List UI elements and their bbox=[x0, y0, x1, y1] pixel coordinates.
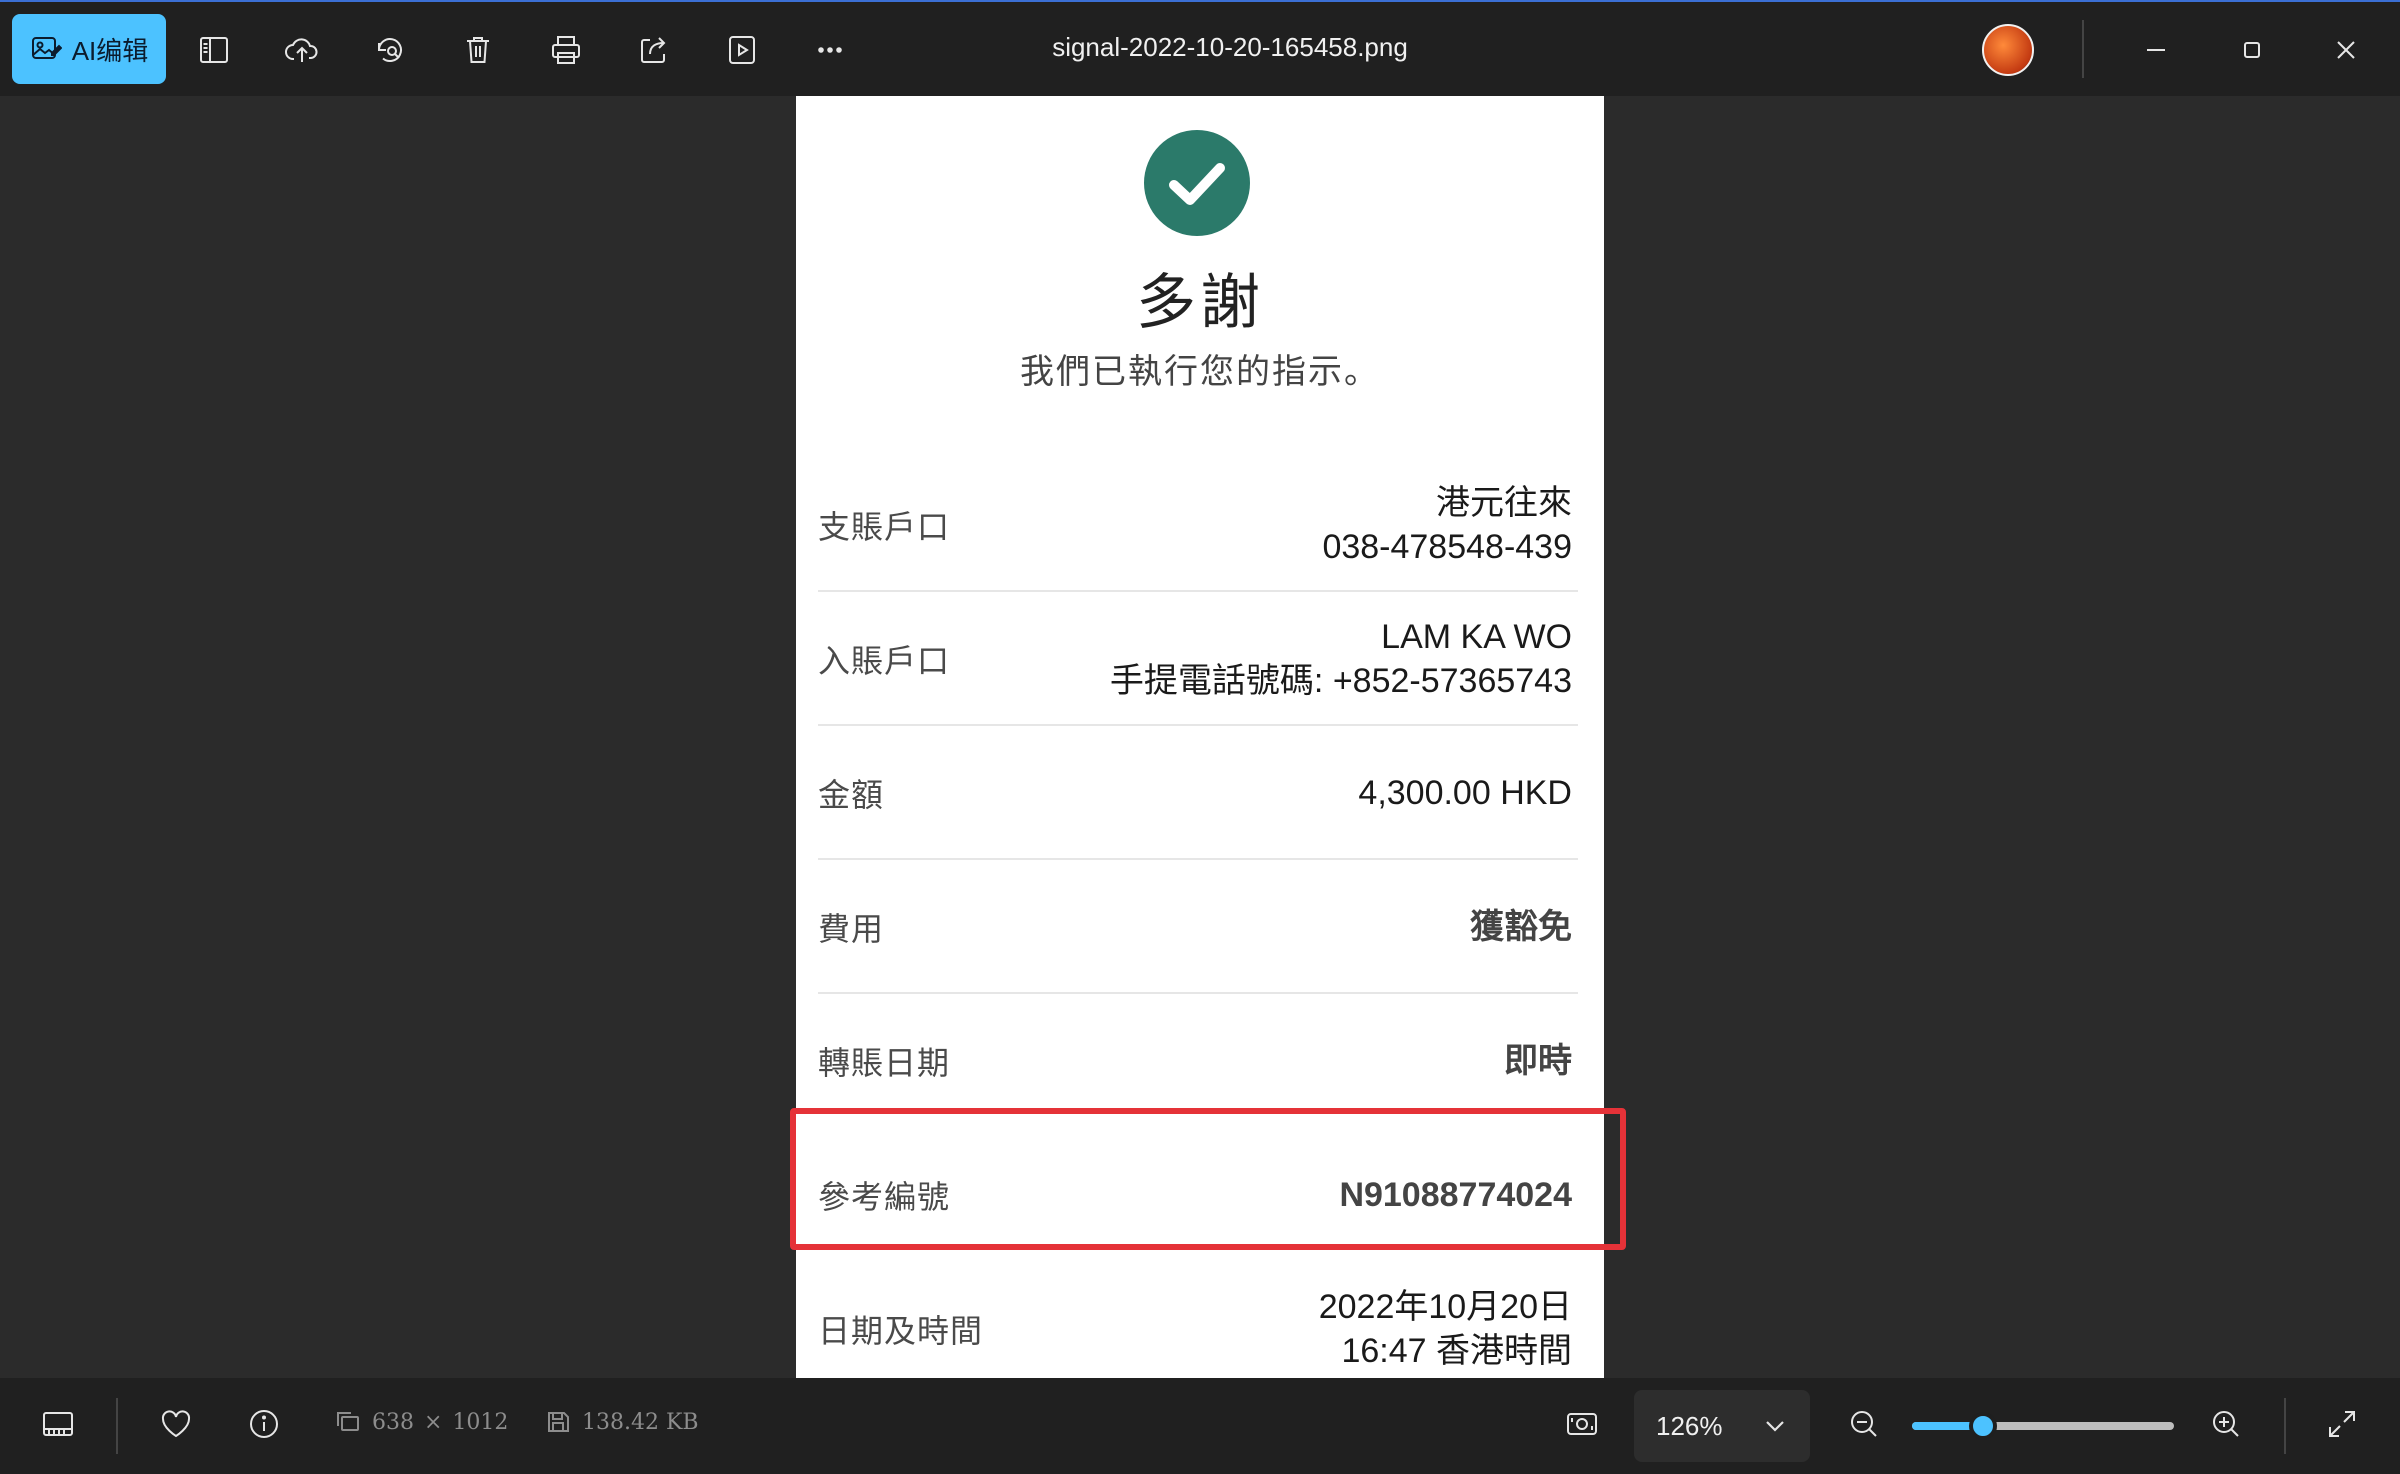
actual-size-icon bbox=[1567, 1413, 1597, 1435]
ai-edit-button[interactable]: AI编辑 bbox=[12, 14, 166, 84]
row-value-line2: 手提電話號碼: +852-57365743 bbox=[1109, 662, 1572, 700]
receipt-heading: 多謝 bbox=[1136, 269, 1264, 336]
fullscreen-button[interactable] bbox=[2318, 1400, 2366, 1448]
row-value-line2: 038-478548-439 bbox=[1322, 528, 1572, 566]
share-button[interactable] bbox=[630, 26, 678, 74]
sidebar-panel-button[interactable] bbox=[190, 26, 238, 74]
sidebar-panel-icon bbox=[200, 37, 228, 63]
row-value: 獲豁免 bbox=[1470, 908, 1572, 946]
delete-icon bbox=[467, 37, 489, 63]
filmstrip-button[interactable] bbox=[34, 1400, 82, 1448]
ai-edit-label: AI编辑 bbox=[71, 35, 149, 66]
print-icon bbox=[552, 36, 580, 64]
row-value-line1: LAM KA WO bbox=[1381, 618, 1572, 656]
image-dimensions: 638 × 1012 bbox=[334, 1408, 508, 1436]
row-value: 港元往來 038-478548-439 bbox=[1322, 481, 1572, 569]
maximize-button[interactable] bbox=[2222, 26, 2282, 74]
receipt-row-amount: 金額 4,300.00 HKD bbox=[818, 726, 1578, 860]
delete-button[interactable] bbox=[454, 26, 502, 74]
image-canvas[interactable]: 多謝 我們已執行您的指示。 支賬戶口 港元往來 038-478548-439 入… bbox=[0, 96, 2400, 1378]
print-button[interactable] bbox=[542, 26, 590, 74]
info-button[interactable] bbox=[240, 1400, 288, 1448]
receipt-subheading: 我們已執行您的指示。 bbox=[1020, 353, 1380, 391]
slideshow-button[interactable] bbox=[718, 26, 766, 74]
image-width: 638 bbox=[372, 1409, 414, 1435]
row-value: LAM KA WO 手提電話號碼: +852-57365743 bbox=[1110, 615, 1572, 703]
filmstrip-icon bbox=[43, 1412, 73, 1436]
chevron-down-icon bbox=[1766, 1421, 1784, 1432]
success-check-icon bbox=[1144, 130, 1250, 236]
status-separator bbox=[116, 1398, 118, 1454]
zoom-slider[interactable] bbox=[1912, 1412, 2174, 1440]
close-icon bbox=[2337, 41, 2355, 59]
minimize-icon bbox=[2147, 49, 2165, 51]
reference-highlight-box bbox=[790, 1108, 1626, 1250]
row-value-line1: 2022年10月20日 bbox=[1318, 1288, 1572, 1326]
receipt-row-fee: 費用 獲豁免 bbox=[818, 860, 1578, 994]
receipt-row-date-time: 日期及時間 2022年10月20日 16:47 香港時間 bbox=[818, 1262, 1578, 1378]
maximize-icon bbox=[2244, 42, 2260, 58]
row-label: 金額 bbox=[818, 777, 885, 813]
row-value: 即時 bbox=[1504, 1042, 1572, 1080]
row-label: 費用 bbox=[818, 911, 885, 947]
row-value: 4,300.00 HKD bbox=[1358, 774, 1572, 812]
heart-icon bbox=[161, 1410, 191, 1438]
row-label: 日期及時間 bbox=[818, 1313, 984, 1349]
user-avatar[interactable] bbox=[1982, 24, 2034, 76]
save-disk-icon bbox=[548, 1412, 569, 1432]
file-size: 138.42 KB bbox=[544, 1408, 699, 1436]
zoom-level-value: 126% bbox=[1656, 1410, 1723, 1441]
zoom-level-dropdown[interactable]: 126% bbox=[1634, 1390, 1810, 1462]
file-size-value: 138.42 KB bbox=[582, 1409, 699, 1435]
share-icon bbox=[641, 37, 666, 63]
row-value-line1: 港元往來 bbox=[1436, 484, 1572, 522]
row-label: 支賬戶口 bbox=[818, 509, 951, 545]
zoom-slider-handle[interactable] bbox=[1968, 1412, 1997, 1440]
dimensions-icon bbox=[337, 1412, 359, 1431]
fullscreen-icon bbox=[2329, 1411, 2355, 1437]
status-separator bbox=[2284, 1398, 2286, 1454]
info-icon bbox=[250, 1410, 278, 1438]
receipt-row-debit-account: 支賬戶口 港元往來 038-478548-439 bbox=[818, 458, 1578, 592]
cloud-upload-icon bbox=[285, 38, 318, 62]
image-height: 1012 bbox=[452, 1409, 509, 1435]
cloud-upload-button[interactable] bbox=[278, 26, 326, 74]
row-label: 轉賬日期 bbox=[818, 1045, 951, 1081]
slideshow-icon bbox=[729, 36, 755, 64]
receipt-row-credit-account: 入賬戶口 LAM KA WO 手提電話號碼: +852-57365743 bbox=[818, 592, 1578, 726]
window-title: signal-2022-10-20-165458.png bbox=[1052, 32, 1408, 62]
image-edit-icon bbox=[31, 37, 62, 59]
status-bar: 638 × 1012 138.42 KB 126% bbox=[0, 1378, 2400, 1474]
row-label: 入賬戶口 bbox=[818, 643, 951, 679]
rotate-search-icon bbox=[378, 38, 402, 62]
actual-size-button[interactable] bbox=[1558, 1400, 1606, 1448]
row-value: 2022年10月20日 16:47 香港時間 bbox=[1319, 1285, 1572, 1373]
zoom-out-icon bbox=[1851, 1411, 1877, 1437]
minimize-button[interactable] bbox=[2126, 26, 2186, 74]
zoom-in-icon bbox=[2213, 1411, 2239, 1437]
row-value-line2: 16:47 香港時間 bbox=[1341, 1332, 1572, 1370]
zoom-in-button[interactable] bbox=[2202, 1400, 2250, 1448]
rotate-search-button[interactable] bbox=[366, 26, 414, 74]
title-separator bbox=[2082, 20, 2084, 78]
title-bar: AI编辑 signal-2022-10-20-165458.png bbox=[0, 0, 2400, 96]
close-button[interactable] bbox=[2316, 26, 2376, 74]
favorite-button[interactable] bbox=[152, 1400, 200, 1448]
zoom-out-button[interactable] bbox=[1840, 1400, 1888, 1448]
dimension-times: × bbox=[424, 1409, 443, 1435]
